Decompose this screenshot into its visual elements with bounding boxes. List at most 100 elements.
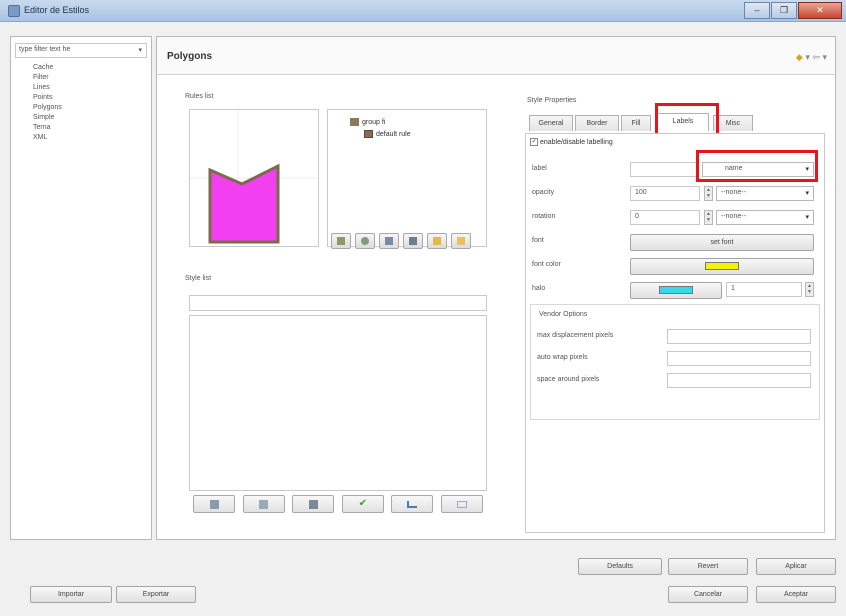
chevron-down-icon[interactable]: ▾: [805, 52, 810, 62]
import-icon: [407, 501, 418, 508]
opacity-field[interactable]: 100: [630, 186, 700, 201]
auto-wrap-label: auto wrap pixels: [537, 354, 588, 361]
accept-button[interactable]: Aceptar: [756, 586, 836, 603]
group-icon: [350, 118, 359, 126]
max-displacement-label: max displacement pixels: [537, 332, 614, 339]
filter-combo[interactable]: type filter text he ▾: [15, 43, 147, 58]
add-rule-icon: [337, 237, 345, 245]
rule-preview: [189, 109, 319, 247]
halo-radius-spinner[interactable]: ▲ ▼: [805, 282, 814, 297]
edit-icon: [259, 500, 269, 509]
space-around-label: space around pixels: [537, 376, 600, 383]
category-polygons[interactable]: Polygons: [33, 103, 62, 113]
set-font-button[interactable]: set font: [630, 234, 814, 251]
chevron-down-icon: ▾: [138, 47, 142, 54]
main-pane: Polygons ◆ ▾ ⇦ ▾ Rules list group fi def…: [156, 36, 836, 540]
move-down-button[interactable]: [451, 233, 471, 249]
remove-rule-button[interactable]: [379, 233, 399, 249]
new-icon: [209, 500, 219, 509]
tab-general[interactable]: General: [529, 115, 573, 131]
move-up-button[interactable]: [427, 233, 447, 249]
rotation-label: rotation: [532, 213, 556, 220]
style-list-header: [189, 295, 487, 311]
label-value-field[interactable]: [630, 162, 698, 177]
highlight-label-combo: [696, 150, 818, 182]
label-row-label: label: [532, 165, 547, 172]
style-list-box[interactable]: [189, 315, 487, 491]
enable-labelling-checkbox[interactable]: ✓: [530, 138, 538, 146]
opacity-combo-value: --none--: [721, 189, 746, 196]
rotation-field[interactable]: 0: [630, 210, 700, 225]
halo-radius-field[interactable]: 1: [726, 282, 802, 297]
apply-button[interactable]: Aplicar: [756, 558, 836, 575]
vendor-options-group: Vendor Options max displacement pixels a…: [530, 304, 820, 420]
delete-style-button[interactable]: [292, 495, 335, 513]
header-toolbar: ◆ ▾ ⇦ ▾: [796, 52, 827, 63]
auto-wrap-field[interactable]: [667, 351, 811, 366]
halo-color-swatch: [659, 286, 693, 294]
revert-button[interactable]: Revert: [668, 558, 748, 575]
enable-labelling-row[interactable]: ✓ enable/disable labelling: [530, 138, 613, 146]
duplicate-rule-button[interactable]: [403, 233, 423, 249]
category-filter[interactable]: Filter: [33, 73, 62, 83]
page-title: Polygons: [167, 51, 213, 62]
new-style-button[interactable]: [193, 495, 235, 513]
page-header: Polygons ◆ ▾ ⇦ ▾: [157, 37, 835, 75]
halo-label: halo: [532, 285, 546, 292]
minimize-button[interactable]: –: [744, 2, 770, 19]
rule-item-default[interactable]: default rule: [364, 130, 411, 138]
rotation-spinner[interactable]: ▲ ▼: [704, 210, 713, 225]
check-icon: ✔: [358, 498, 367, 509]
category-terna[interactable]: Terna: [33, 123, 62, 133]
import-button[interactable]: Importar: [30, 586, 112, 603]
cancel-button[interactable]: Cancelar: [668, 586, 748, 603]
app-icon: [8, 5, 20, 17]
max-displacement-field[interactable]: [667, 329, 811, 344]
back-arrow-icon[interactable]: ⇦: [812, 52, 820, 62]
tab-misc[interactable]: Misc: [713, 115, 753, 131]
export-style-button[interactable]: [440, 495, 483, 513]
category-points[interactable]: Points: [33, 93, 62, 103]
halo-color-button[interactable]: [630, 282, 722, 299]
import-style-button[interactable]: [391, 495, 434, 513]
maximize-button[interactable]: ❐: [771, 2, 797, 19]
font-color-button[interactable]: [630, 258, 814, 275]
rules-list-label: Rules list: [185, 93, 214, 100]
copy-icon: [409, 237, 417, 245]
diamond-icon[interactable]: ◆: [796, 52, 803, 62]
rotation-combo-value: --none--: [721, 213, 746, 220]
style-category-tree: type filter text he ▾ Cache Filter Lines…: [10, 36, 152, 540]
opacity-spinner[interactable]: ▲ ▼: [704, 186, 713, 201]
category-simple[interactable]: Simple: [33, 113, 62, 123]
font-color-swatch: [705, 262, 739, 270]
add-group-button[interactable]: [355, 233, 375, 249]
category-cache[interactable]: Cache: [33, 63, 62, 73]
style-list-label: Style list: [185, 275, 212, 282]
chevron-down-icon[interactable]: ▾: [822, 52, 827, 62]
rotation-combo[interactable]: --none-- ▾: [716, 210, 814, 225]
category-list: Cache Filter Lines Points Polygons Simpl…: [33, 63, 62, 143]
category-xml[interactable]: XML: [33, 133, 62, 143]
labels-panel: ✓ enable/disable labelling label name ▾ o…: [525, 133, 825, 533]
preview-polygon-shape: [208, 163, 280, 244]
tab-fill[interactable]: Fill: [621, 115, 651, 131]
space-around-field[interactable]: [667, 373, 811, 388]
rules-toolbar: [331, 233, 475, 251]
edit-style-button[interactable]: [242, 495, 285, 513]
defaults-button[interactable]: Defaults: [578, 558, 662, 575]
tab-border[interactable]: Border: [575, 115, 619, 131]
rule-group-item[interactable]: group fi: [350, 118, 385, 126]
window-controls: – ❐ ✕: [743, 2, 842, 19]
vendor-options-title: Vendor Options: [539, 311, 588, 318]
opacity-label: opacity: [532, 189, 555, 196]
add-rule-button[interactable]: [331, 233, 351, 249]
category-lines[interactable]: Lines: [33, 83, 62, 93]
apply-style-button[interactable]: ✔: [341, 495, 384, 513]
window-title: Editor de Estilos: [24, 5, 90, 15]
export-button[interactable]: Exportar: [116, 586, 196, 603]
opacity-combo[interactable]: --none-- ▾: [716, 186, 814, 201]
delete-icon: [385, 237, 393, 245]
font-color-label: font color: [532, 261, 561, 268]
rules-tree: group fi default rule: [327, 109, 487, 247]
close-button[interactable]: ✕: [798, 2, 842, 19]
